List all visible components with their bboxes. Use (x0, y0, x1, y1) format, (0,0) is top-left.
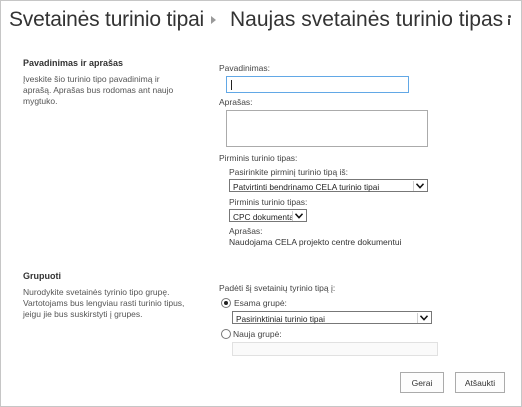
existing-group-label: Esama grupė: (234, 298, 287, 308)
existing-group-select-value: Pasirinktiniai turinio tipai (236, 314, 326, 324)
chevron-down-icon (413, 181, 426, 191)
name-input[interactable] (226, 76, 409, 93)
new-group-label: Nauja grupė: (233, 329, 282, 339)
put-into-label: Padėti šį svetainių tyrinio tipą į: (219, 283, 336, 293)
parent-type-select-value: CPC dokumentas (233, 212, 299, 222)
ok-button[interactable]: Gerai (400, 372, 444, 393)
existing-group-radio[interactable] (221, 298, 231, 308)
parent-group-select-value: Patvirtinti bendrinamo CELA turinio tipa… (233, 182, 380, 192)
name-label: Pavadinimas: (219, 63, 271, 73)
breadcrumb-separator-icon (211, 16, 216, 24)
group-section-heading: Grupuoti (23, 271, 61, 281)
group-section-description: Nurodykite svetainės tyrinio tipo grupę.… (23, 287, 185, 319)
parent-type-label: Pirminis turinio tipas: (219, 153, 298, 163)
select-parent-from-label: Pasirinkite pirminį turinio tipą iš: (229, 167, 349, 177)
breadcrumb-parent-link[interactable]: Svetainės turinio tipai (9, 8, 204, 32)
parent-description-label: Aprašas: (229, 226, 263, 236)
chevron-down-icon (292, 211, 305, 221)
cancel-button[interactable]: Atšaukti (455, 372, 505, 393)
parent-type-select[interactable]: CPC dokumentas (229, 209, 307, 222)
page-title: Naujas svetainės turinio tipas (230, 8, 504, 31)
existing-group-select[interactable]: Pasirinktiniai turinio tipai (232, 311, 432, 324)
parent-type-sub-label: Pirminis turinio tipas: (229, 197, 308, 207)
chevron-down-icon (417, 313, 430, 323)
name-section-description: Įveskite šio turinio tipo pavadinimą ir … (23, 74, 174, 106)
text-caret (231, 80, 232, 90)
description-label: Aprašas: (219, 97, 253, 107)
new-group-input[interactable] (232, 342, 438, 356)
name-section-heading: Pavadinimas ir aprašas (23, 58, 124, 68)
info-icon[interactable] (506, 15, 512, 26)
description-textarea[interactable] (226, 110, 428, 147)
parent-group-select[interactable]: Patvirtinti bendrinamo CELA turinio tipa… (229, 179, 428, 192)
new-group-radio[interactable] (221, 329, 231, 339)
parent-description-value: Naudojama CELA projekto centre dokumentu… (229, 237, 402, 247)
